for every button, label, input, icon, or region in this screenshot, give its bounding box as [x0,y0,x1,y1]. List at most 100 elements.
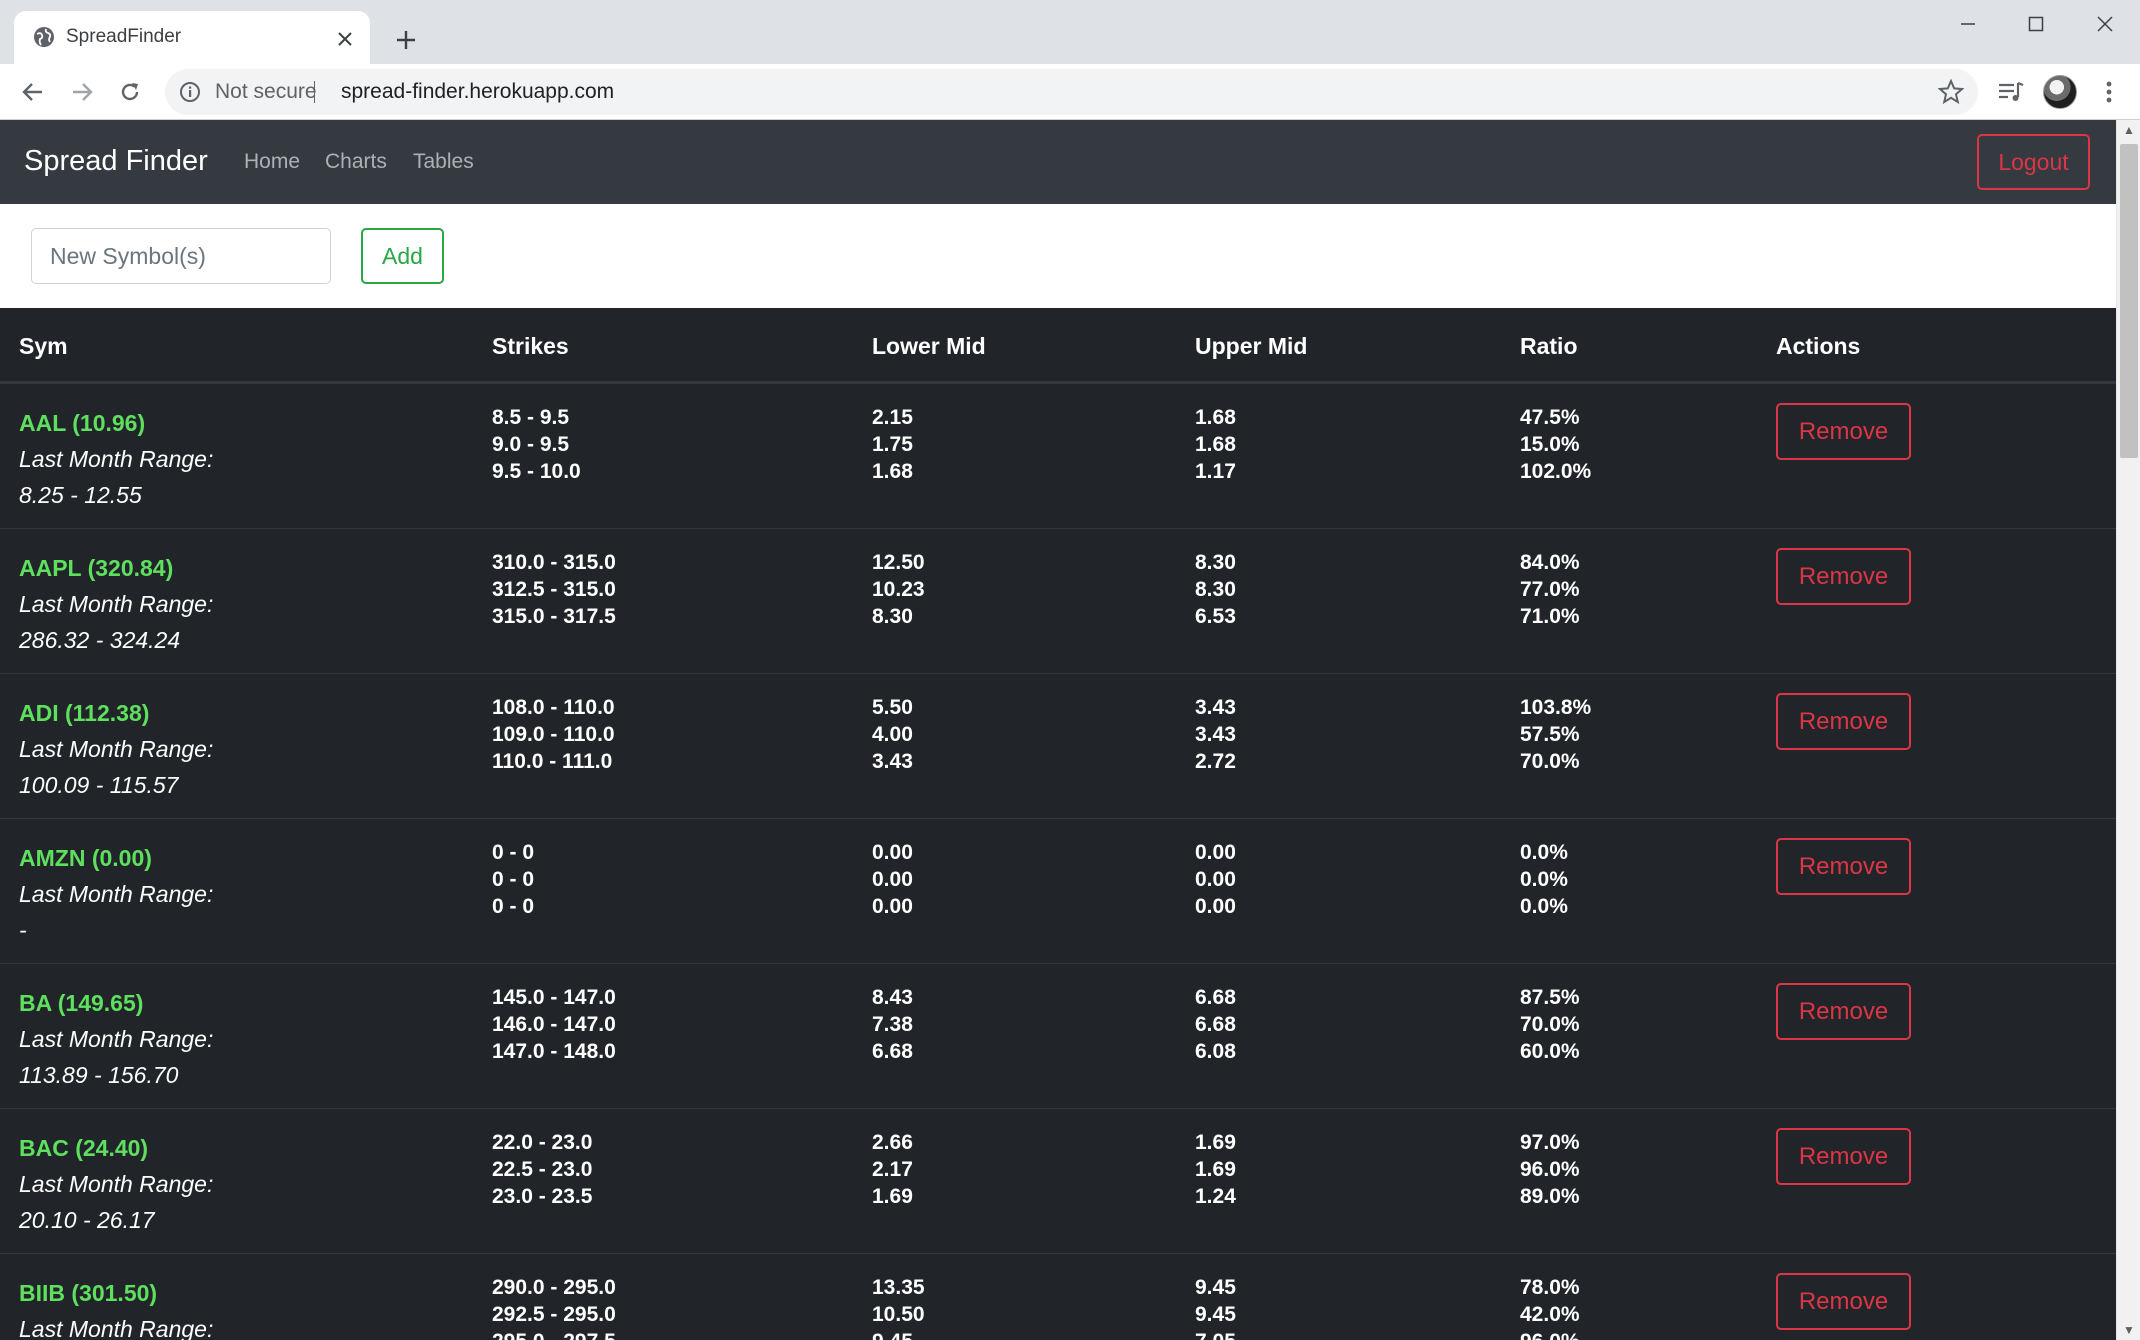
nav-link-charts[interactable]: Charts [325,148,387,176]
lower-mid-cell: 5.50 4.00 3.43 [872,694,913,775]
upper-mid-cell: 8.30 8.30 6.53 [1195,549,1236,630]
strikes-cell-line: 295.0 - 297.5 [492,1328,616,1340]
brand-title[interactable]: Spread Finder [24,142,208,180]
bookmark-star-icon[interactable] [1938,79,1964,105]
lower-mid-cell-line: 12.50 [872,551,925,574]
spreads-table: Sym Strikes Lower Mid Upper Mid Ratio Ac… [0,308,2116,1340]
remove-button[interactable]: Remove [1776,1128,1911,1185]
lower-mid-cell-line: 2.15 [872,406,913,429]
new-symbol-input[interactable] [31,228,331,284]
address-bar[interactable]: Not secure spread-finder.herokuapp.com [165,69,1978,115]
strikes-cell: 145.0 - 147.0 146.0 - 147.0 147.0 - 148.0 [492,984,616,1065]
upper-mid-cell: 9.45 9.45 7.05 [1195,1274,1236,1340]
url-separator [314,81,315,103]
lower-mid-cell-line: 8.43 [872,986,913,1009]
reload-icon[interactable] [113,75,147,109]
range-value: 100.09 - 115.57 [19,772,179,798]
app-navbar: Spread Finder Home Charts Tables Logout [0,120,2116,204]
symbol-price: BIIB (301.50) [19,1280,158,1306]
scroll-up-arrow-icon[interactable]: ▲ [2117,120,2140,140]
strikes-cell-line: 22.5 - 23.0 [492,1158,593,1181]
strikes-cell: 8.5 - 9.5 9.0 - 9.5 9.5 - 10.0 [492,404,581,485]
remove-button[interactable]: Remove [1776,983,1911,1040]
page-viewport: Spread Finder Home Charts Tables Logout … [0,120,2116,1340]
remove-button[interactable]: Remove [1776,693,1911,750]
logout-button[interactable]: Logout [1977,134,2090,190]
lower-mid-cell-line: 9.45 [872,1328,925,1340]
media-queue-icon[interactable] [1996,77,2026,107]
close-tab-icon[interactable] [332,24,358,50]
more-vertical-icon[interactable] [2094,77,2124,107]
symbol-price: AMZN (0.00) [19,845,152,871]
lower-mid-cell-line: 6.68 [872,1040,913,1063]
remove-button[interactable]: Remove [1776,548,1911,605]
lower-mid-cell: 8.43 7.38 6.68 [872,984,913,1065]
scrollbar-thumb[interactable] [2120,144,2138,458]
strikes-cell-line: 110.0 - 111.0 [492,750,613,773]
remove-button[interactable]: Remove [1776,1273,1911,1330]
add-symbol-form: Add [0,204,2116,308]
ratio-cell-line: 102.0% [1520,460,1592,483]
upper-mid-cell-line: 6.53 [1195,605,1236,628]
upper-mid-cell-line: 0.00 [1195,895,1236,918]
lower-mid-cell-line: 1.75 [872,433,913,456]
security-status[interactable]: Not secure [215,80,317,104]
info-icon[interactable] [179,81,201,103]
lower-mid-cell-line: 1.68 [872,460,913,483]
strikes-cell-line: 145.0 - 147.0 [492,986,616,1009]
vertical-scrollbar[interactable]: ▲ ▼ [2116,120,2140,1340]
table-row: AAPL (320.84) Last Month Range: 286.32 - 3… [0,528,2116,673]
ratio-cell-line: 78.0% [1520,1276,1580,1299]
ratio-cell-line: 60.0% [1520,1040,1580,1063]
add-button[interactable]: Add [361,228,444,284]
table-row: AAL (10.96) Last Month Range: 8.25 - 12.55… [0,383,2116,528]
upper-mid-cell-line: 3.43 [1195,696,1236,719]
table-row: ADI (112.38) Last Month Range: 100.09 - 11… [0,673,2116,818]
symbol-price: ADI (112.38) [19,700,150,726]
new-tab-plus-icon[interactable] [390,22,422,54]
strikes-cell-line: 0 - 0 [492,895,535,918]
remove-button[interactable]: Remove [1776,403,1911,460]
minimize-window-icon[interactable] [1943,8,1993,40]
scroll-down-arrow-icon[interactable]: ▼ [2117,1320,2140,1340]
strikes-cell-line: 146.0 - 147.0 [492,1013,616,1036]
symbol-price: BAC (24.40) [19,1135,149,1161]
lower-mid-cell-line: 4.00 [872,723,913,746]
strikes-cell-line: 290.0 - 295.0 [492,1276,616,1299]
strikes-cell: 310.0 - 315.0 312.5 - 315.0 315.0 - 317.5 [492,549,616,630]
url-text[interactable]: spread-finder.herokuapp.com [341,80,614,104]
upper-mid-cell-line: 1.68 [1195,406,1236,429]
ratio-cell: 97.0% 96.0% 89.0% [1520,1129,1580,1210]
upper-mid-cell: 6.68 6.68 6.08 [1195,984,1236,1065]
upper-mid-cell-line: 1.69 [1195,1131,1236,1154]
lower-mid-cell-line: 1.69 [872,1185,913,1208]
close-window-icon[interactable] [2080,8,2130,40]
lower-mid-cell-line: 3.43 [872,750,913,773]
tab-title: SpreadFinder [66,26,182,47]
upper-mid-cell: 1.69 1.69 1.24 [1195,1129,1236,1210]
back-arrow-icon[interactable] [16,75,50,109]
profile-avatar[interactable] [2043,75,2077,109]
ratio-cell-line: 57.5% [1520,723,1580,746]
forward-arrow-icon[interactable] [65,75,99,109]
range-value: 8.25 - 12.55 [19,482,142,508]
lower-mid-cell-line: 0.00 [872,868,913,891]
maximize-window-icon[interactable] [2011,8,2061,40]
upper-mid-cell-line: 0.00 [1195,841,1236,864]
range-label: Last Month Range: [19,1026,214,1052]
nav-link-home[interactable]: Home [244,148,300,176]
ratio-cell-line: 70.0% [1520,1013,1580,1036]
remove-button[interactable]: Remove [1776,838,1911,895]
strikes-cell-line: 0 - 0 [492,841,535,864]
ratio-cell-line: 71.0% [1520,605,1580,628]
lower-mid-cell-line: 5.50 [872,696,913,719]
nav-link-tables[interactable]: Tables [413,148,474,176]
range-label: Last Month Range: [19,881,214,907]
upper-mid-cell-line: 1.69 [1195,1158,1236,1181]
browser-tab[interactable]: SpreadFinder [14,11,370,64]
ratio-cell-line: 0.0% [1520,841,1568,864]
ratio-cell-line: 103.8% [1520,696,1592,719]
range-label: Last Month Range: [19,1171,214,1197]
table-row: BA (149.65) Last Month Range: 113.89 - 156… [0,963,2116,1108]
browser-tab-strip: SpreadFinder [0,0,2140,64]
